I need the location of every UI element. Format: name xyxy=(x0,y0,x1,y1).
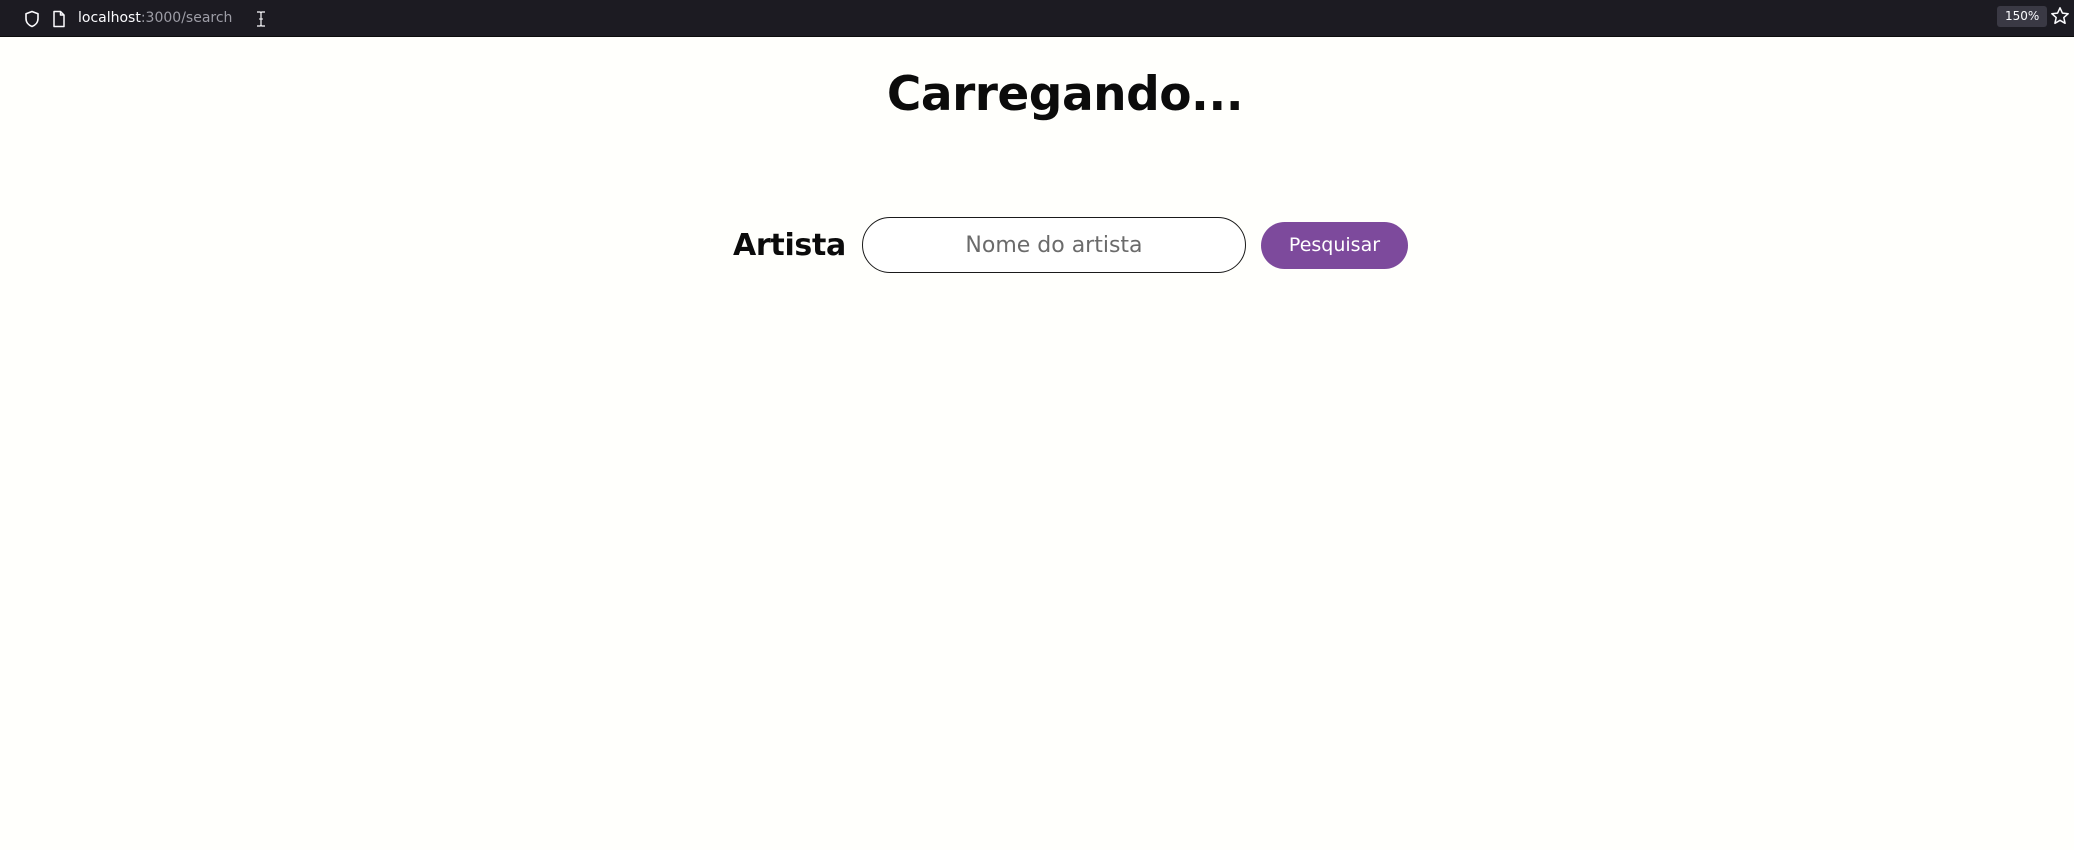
star-icon[interactable] xyxy=(2050,6,2070,30)
page-title: Carregando... xyxy=(886,67,1244,122)
search-button[interactable]: Pesquisar xyxy=(1260,221,1408,269)
browser-toolbar: localhost:3000/search 150% xyxy=(0,0,2074,37)
url-host: localhost xyxy=(78,10,141,26)
zoom-level-badge[interactable]: 150% xyxy=(1997,6,2048,27)
artist-label: Artista xyxy=(733,227,846,263)
url-path: :3000/search xyxy=(140,10,233,26)
shield-icon[interactable] xyxy=(24,10,40,28)
artist-search-input[interactable] xyxy=(861,217,1246,273)
page-icon[interactable] xyxy=(52,10,66,28)
text-cursor-icon xyxy=(256,11,266,31)
search-page: Carregando... Artista Pesquisar xyxy=(0,37,2074,850)
url-text[interactable]: localhost:3000/search xyxy=(78,10,232,26)
artist-search-form: Artista Pesquisar xyxy=(733,215,1408,275)
address-bar[interactable]: localhost:3000/search xyxy=(14,3,2054,32)
